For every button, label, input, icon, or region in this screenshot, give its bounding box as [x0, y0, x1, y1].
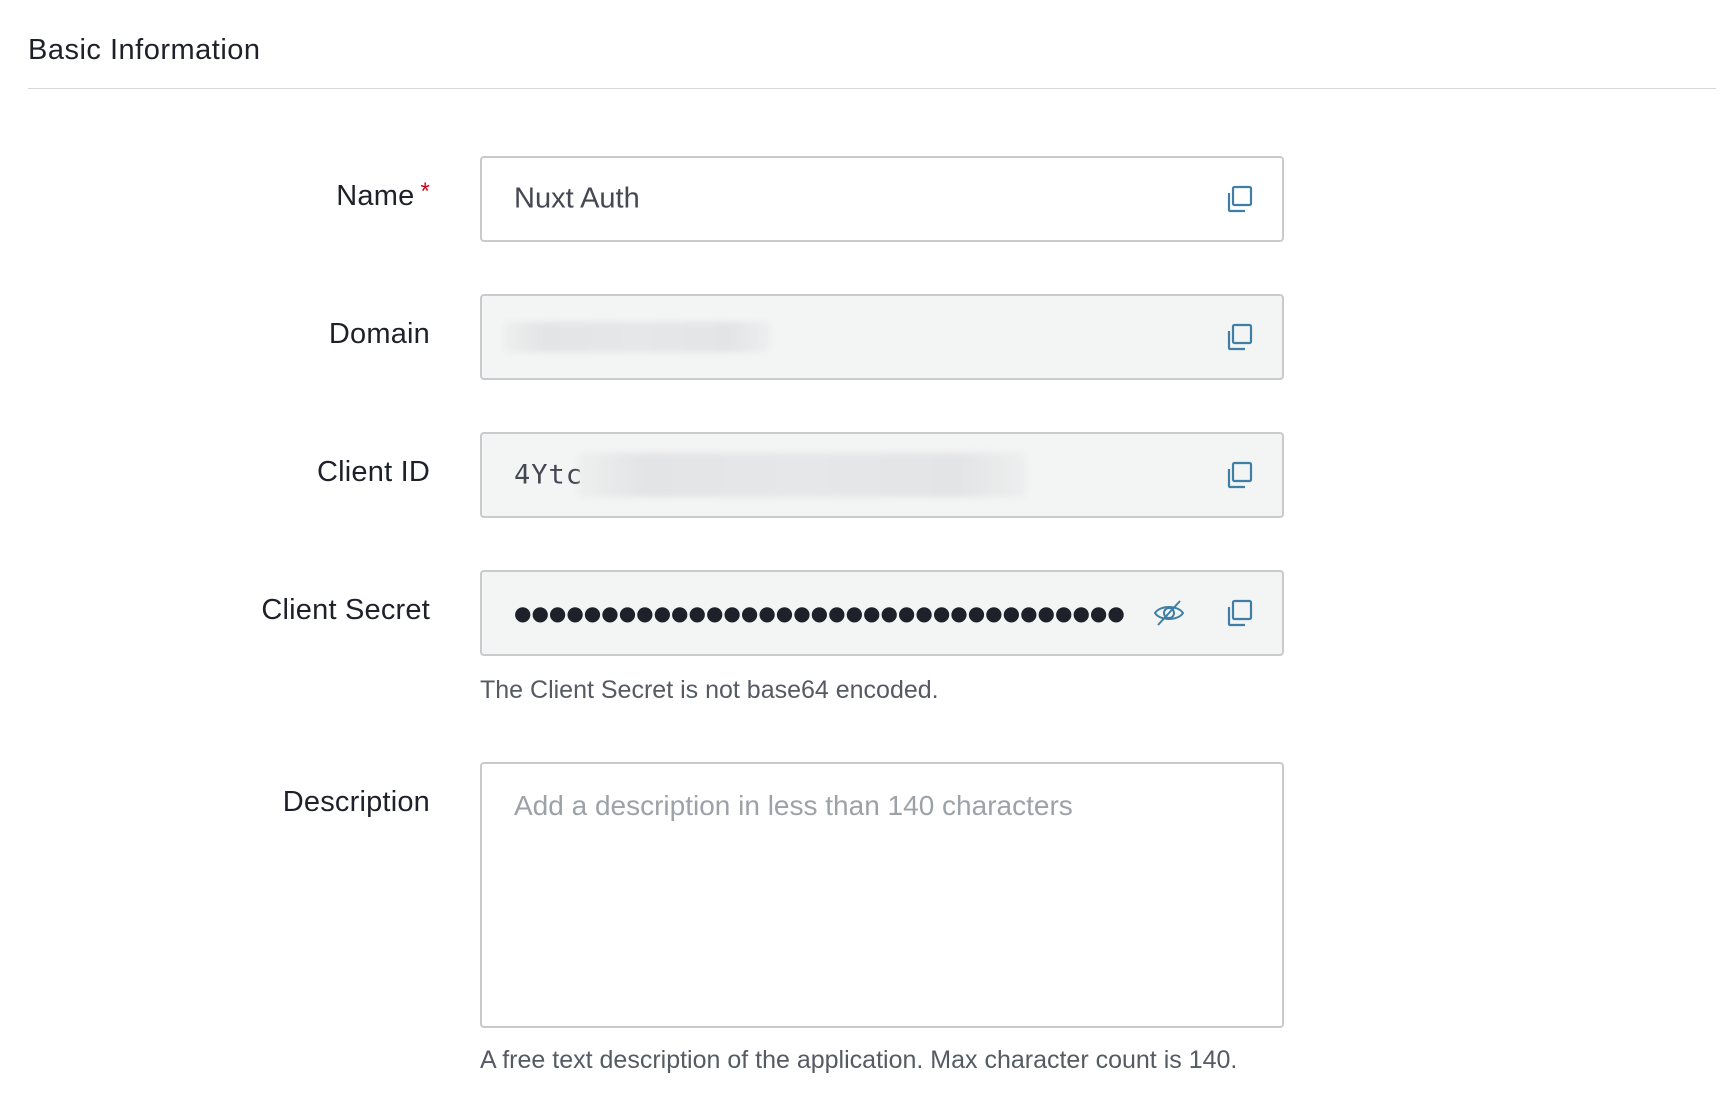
- client-id-input[interactable]: 4Ytc: [480, 432, 1284, 518]
- client-secret-row: Client Secret ●●●●●●●●●●●●●●●●●●●●●●●●●●…: [0, 570, 1720, 656]
- basic-information-page: Basic Information Name * Nuxt Auth Domain: [0, 0, 1720, 1106]
- client-id-copy-button[interactable]: [1222, 458, 1256, 492]
- name-row: Name * Nuxt Auth: [0, 156, 1720, 242]
- description-label: Description: [282, 786, 430, 818]
- copy-icon: [1227, 323, 1253, 351]
- name-input[interactable]: Nuxt Auth: [480, 156, 1284, 242]
- domain-input[interactable]: [480, 294, 1284, 380]
- client-secret-help-text: The Client Secret is not base64 encoded.: [480, 676, 939, 704]
- name-label-text: Name: [336, 180, 415, 212]
- description-row: Description Add a description in less th…: [0, 762, 1720, 1028]
- domain-copy-button[interactable]: [1222, 320, 1256, 354]
- description-help-text: A free text description of the applicati…: [480, 1046, 1238, 1074]
- client-id-value[interactable]: 4Ytc: [514, 460, 583, 491]
- copy-icon: [1227, 461, 1253, 489]
- description-placeholder[interactable]: Add a description in less than 140 chara…: [514, 790, 1073, 822]
- eye-slash-icon: [1153, 600, 1185, 626]
- client-secret-masked-value[interactable]: ●●●●●●●●●●●●●●●●●●●●●●●●●●●●●●●●●●●●●●●●…: [514, 603, 1124, 623]
- description-textarea[interactable]: Add a description in less than 140 chara…: [480, 762, 1284, 1028]
- redacted-domain: [504, 322, 770, 352]
- client-secret-copy-button[interactable]: [1222, 596, 1256, 630]
- name-copy-button[interactable]: [1222, 182, 1256, 216]
- required-asterisk: *: [420, 178, 430, 205]
- name-input-value[interactable]: Nuxt Auth: [514, 183, 640, 216]
- copy-icon: [1227, 599, 1253, 627]
- client-id-row: Client ID 4Ytc: [0, 432, 1720, 518]
- client-secret-label: Client Secret: [261, 594, 430, 626]
- name-label: Name *: [336, 178, 430, 213]
- redacted-client-id: [578, 453, 1026, 497]
- domain-row: Domain: [0, 294, 1720, 380]
- domain-label: Domain: [328, 318, 430, 350]
- section-header: Basic Information: [28, 30, 1716, 89]
- client-id-label: Client ID: [317, 456, 430, 488]
- toggle-secret-visibility-button[interactable]: [1152, 596, 1186, 630]
- copy-icon: [1227, 185, 1253, 213]
- client-secret-input[interactable]: ●●●●●●●●●●●●●●●●●●●●●●●●●●●●●●●●●●●●●●●●…: [480, 570, 1284, 656]
- section-title: Basic Information: [28, 34, 261, 66]
